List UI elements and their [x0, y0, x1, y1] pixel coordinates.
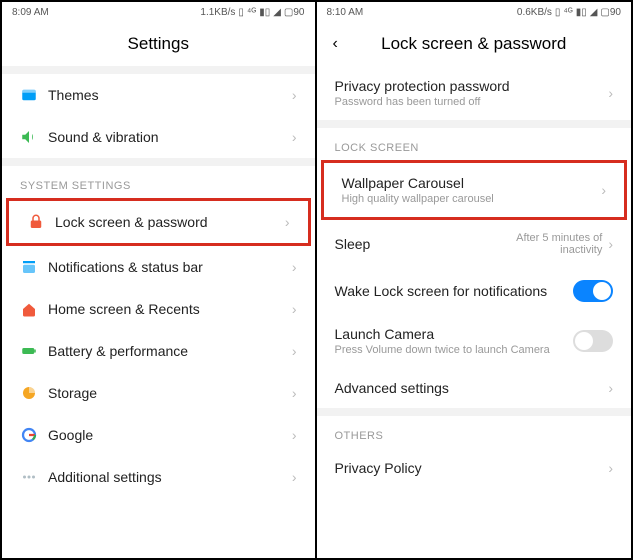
row-additional[interactable]: Additional settings › — [2, 456, 315, 498]
chevron-right-icon: › — [608, 380, 613, 396]
chevron-right-icon: › — [601, 182, 606, 198]
row-privacy-policy[interactable]: Privacy Policy › — [317, 448, 632, 488]
row-subtitle: Press Volume down twice to launch Camera — [335, 344, 574, 356]
toggle-wake-lock[interactable] — [573, 280, 613, 302]
toggle-launch-camera[interactable] — [573, 330, 613, 352]
row-title: Launch Camera — [335, 326, 574, 342]
row-wake-lock[interactable]: Wake Lock screen for notifications — [317, 268, 632, 314]
row-home-recents[interactable]: Home screen & Recents › — [2, 288, 315, 330]
battery-icon: ▢90 — [284, 7, 305, 18]
row-title: Advanced settings — [335, 380, 603, 396]
chevron-right-icon: › — [292, 129, 297, 145]
chevron-right-icon: › — [292, 385, 297, 401]
screen-lock-settings: 8:10 AM 0.6KB/s ▯ ⁴ᴳ ▮▯ ◢ ▢90 ‹ Lock scr… — [317, 2, 632, 558]
row-battery[interactable]: Battery & performance › — [2, 330, 315, 372]
row-label: Notifications & status bar — [48, 259, 286, 275]
chevron-right-icon: › — [292, 301, 297, 317]
chevron-right-icon: › — [292, 259, 297, 275]
home-icon — [20, 300, 48, 318]
row-privacy-password[interactable]: Privacy protection password Password has… — [317, 66, 632, 120]
status-right: 0.6KB/s ▯ ⁴ᴳ ▮▯ ◢ ▢90 — [517, 7, 621, 18]
row-subtitle: Password has been turned off — [335, 96, 603, 108]
row-value: After 5 minutes of inactivity — [492, 232, 602, 256]
chevron-right-icon: › — [292, 87, 297, 103]
sim-icon: ▯ — [555, 7, 561, 18]
chevron-right-icon: › — [292, 469, 297, 485]
row-label: Home screen & Recents — [48, 301, 286, 317]
back-button[interactable]: ‹ — [333, 35, 338, 53]
row-title: Privacy Policy — [335, 460, 603, 476]
page-title: Settings — [2, 22, 315, 66]
row-google[interactable]: Google › — [2, 414, 315, 456]
lock-icon — [27, 213, 55, 231]
lock-settings-list[interactable]: Privacy protection password Password has… — [317, 66, 632, 558]
row-sound[interactable]: Sound & vibration › — [2, 116, 315, 158]
row-launch-camera[interactable]: Launch Camera Press Volume down twice to… — [317, 314, 632, 368]
row-label: Sound & vibration — [48, 129, 286, 145]
section-label: OTHERS — [317, 416, 632, 448]
row-label: Storage — [48, 385, 286, 401]
dots-icon — [20, 468, 48, 486]
chevron-right-icon: › — [608, 85, 613, 101]
screen-settings: 8:09 AM 1.1KB/s ▯ ⁴ᴳ ▮▯ ◢ ▢90 Settings T… — [2, 2, 317, 558]
row-label: Themes — [48, 87, 286, 103]
row-title: Wake Lock screen for notifications — [335, 283, 574, 299]
chevron-right-icon: › — [292, 427, 297, 443]
row-label: Google — [48, 427, 286, 443]
chevron-right-icon: › — [608, 236, 613, 252]
status-bar: 8:10 AM 0.6KB/s ▯ ⁴ᴳ ▮▯ ◢ ▢90 — [317, 2, 632, 22]
row-advanced[interactable]: Advanced settings › — [317, 368, 632, 408]
row-lock-screen[interactable]: Lock screen & password › — [6, 198, 311, 246]
chevron-right-icon: › — [292, 343, 297, 359]
sound-icon — [20, 128, 48, 146]
section-label: LOCK SCREEN — [317, 128, 632, 160]
row-label: Battery & performance — [48, 343, 286, 359]
network-icon: ⁴ᴳ — [563, 7, 572, 18]
themes-icon — [20, 86, 48, 104]
row-label: Additional settings — [48, 469, 286, 485]
row-title: Sleep — [335, 236, 493, 252]
storage-icon — [20, 384, 48, 402]
section-label: SYSTEM SETTINGS — [2, 166, 315, 198]
network-icon: ⁴ᴳ — [247, 7, 256, 18]
wifi-icon: ◢ — [590, 7, 598, 18]
status-time: 8:09 AM — [12, 7, 49, 18]
google-icon — [20, 426, 48, 444]
row-themes[interactable]: Themes › — [2, 74, 315, 116]
row-sleep[interactable]: Sleep After 5 minutes of inactivity › — [317, 220, 632, 268]
signal-icon: ▮▯ — [576, 7, 587, 18]
wifi-icon: ◢ — [273, 7, 281, 18]
settings-list[interactable]: Themes › Sound & vibration › SYSTEM SETT… — [2, 66, 315, 558]
chevron-right-icon: › — [608, 460, 613, 476]
chevron-right-icon: › — [285, 214, 290, 230]
row-title: Wallpaper Carousel — [342, 175, 596, 191]
row-subtitle: High quality wallpaper carousel — [342, 193, 596, 205]
status-time: 8:10 AM — [327, 7, 364, 18]
row-storage[interactable]: Storage › — [2, 372, 315, 414]
signal-icon: ▮▯ — [259, 7, 270, 18]
row-notifications[interactable]: Notifications & status bar › — [2, 246, 315, 288]
row-title: Privacy protection password — [335, 78, 603, 94]
status-bar: 8:09 AM 1.1KB/s ▯ ⁴ᴳ ▮▯ ◢ ▢90 — [2, 2, 315, 22]
row-wallpaper-carousel[interactable]: Wallpaper Carousel High quality wallpape… — [321, 160, 628, 220]
page-title: ‹ Lock screen & password — [317, 22, 632, 66]
status-right: 1.1KB/s ▯ ⁴ᴳ ▮▯ ◢ ▢90 — [200, 7, 304, 18]
row-label: Lock screen & password — [55, 214, 279, 230]
sim-icon: ▯ — [238, 7, 244, 18]
battery-icon — [20, 342, 48, 360]
battery-icon: ▢90 — [600, 7, 621, 18]
notifications-icon — [20, 258, 48, 276]
